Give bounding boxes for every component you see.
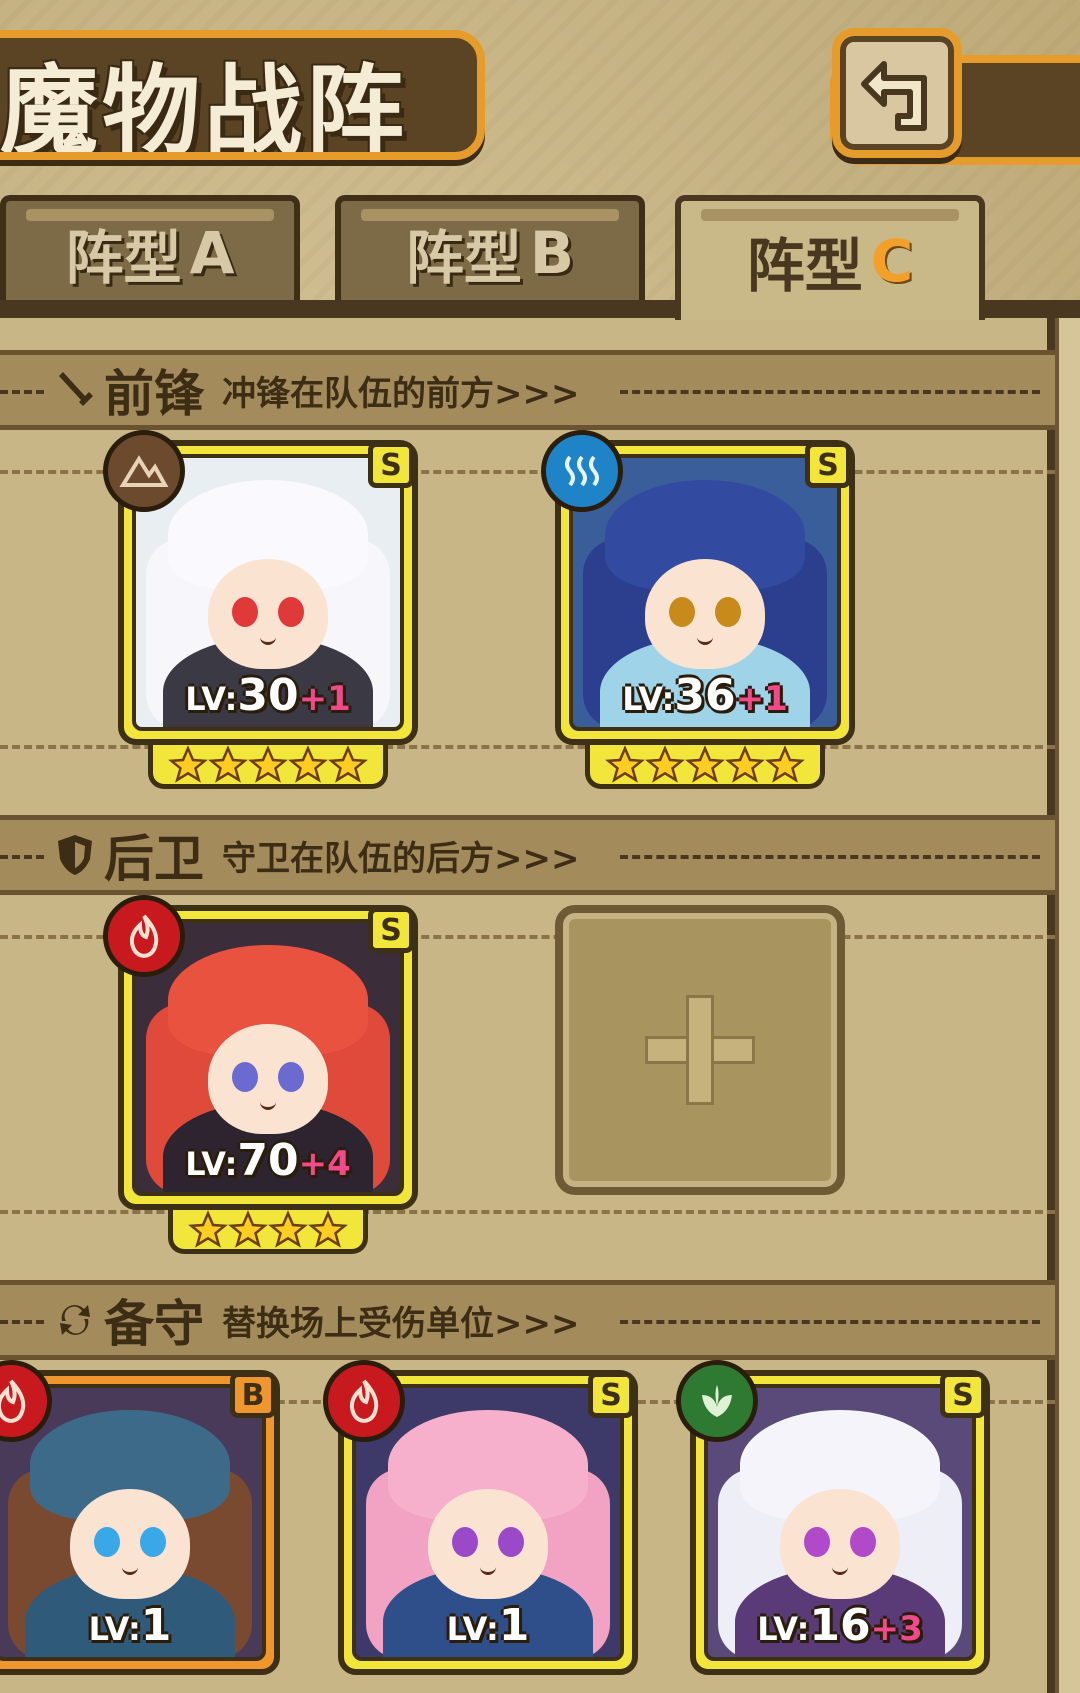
rank-badge: S xyxy=(368,907,414,953)
tab-letter: A xyxy=(189,219,235,287)
section-title: 备守 xyxy=(104,1294,204,1353)
tab-label: 阵型 xyxy=(65,224,182,292)
star-icon xyxy=(685,744,725,783)
section-desc: 冲锋在队伍的前方>>> xyxy=(222,373,580,414)
section-header-reserve: 备守 替换场上受伤单位>>> xyxy=(0,1280,1055,1360)
star-rating xyxy=(585,744,825,789)
tab-formation-b[interactable]: 阵型 B xyxy=(335,195,645,305)
section-title: 后卫 xyxy=(104,829,204,888)
star-icon xyxy=(605,744,645,783)
rank-badge: S xyxy=(940,1372,986,1418)
water-icon xyxy=(541,430,623,512)
rank-badge: S xyxy=(368,442,414,488)
rank-badge: B xyxy=(230,1372,276,1418)
rank-badge: S xyxy=(588,1372,634,1418)
section-desc: 守卫在队伍的后方>>> xyxy=(222,838,580,879)
star-icon xyxy=(228,1209,268,1248)
star-icon xyxy=(645,744,685,783)
shield-icon xyxy=(52,832,98,878)
tab-formation-c[interactable]: 阵型 C xyxy=(675,195,985,320)
star-icon xyxy=(288,744,328,783)
tab-label: 阵型 xyxy=(746,231,863,300)
section-desc: 替换场上受伤单位>>> xyxy=(222,1303,580,1344)
star-rating xyxy=(148,744,388,789)
tab-label: 阵型 xyxy=(405,224,522,292)
tab-letter: B xyxy=(529,219,575,287)
star-icon xyxy=(765,744,805,783)
star-icon xyxy=(248,744,288,783)
unit-level: LV:16+3 xyxy=(757,1600,923,1651)
unit-level: LV:30+1 xyxy=(185,670,351,721)
star-icon xyxy=(308,1209,348,1248)
rank-badge: S xyxy=(805,442,851,488)
unit-level: LV:1 xyxy=(446,1600,530,1651)
unit-level: LV:1 xyxy=(88,1600,172,1651)
section-header-front: 前锋 冲锋在队伍的前方>>> xyxy=(0,350,1055,430)
star-icon xyxy=(725,744,765,783)
section-title: 前锋 xyxy=(104,364,204,423)
tab-formation-a[interactable]: 阵型 A xyxy=(0,195,300,305)
tab-letter: C xyxy=(870,226,914,295)
star-rating xyxy=(168,1209,368,1254)
leaf-icon xyxy=(676,1360,758,1442)
back-arrow-icon xyxy=(861,61,927,131)
swap-icon xyxy=(52,1297,98,1343)
star-icon xyxy=(268,1209,308,1248)
sword-icon xyxy=(52,367,98,413)
scrollbar[interactable] xyxy=(1055,315,1080,1693)
star-icon xyxy=(208,744,248,783)
back-button[interactable] xyxy=(832,28,962,158)
fire-icon xyxy=(103,895,185,977)
unit-level: LV:70+4 xyxy=(185,1135,351,1186)
star-icon xyxy=(168,744,208,783)
earth-icon xyxy=(103,430,185,512)
star-icon xyxy=(328,744,368,783)
fire-icon xyxy=(323,1360,405,1442)
unit-level: LV:36+1 xyxy=(622,670,788,721)
section-header-rear: 后卫 守卫在队伍的后方>>> xyxy=(0,815,1055,895)
page-title: 魔物战阵 xyxy=(0,54,409,152)
star-icon xyxy=(188,1209,228,1248)
empty-slot-add[interactable] xyxy=(555,905,845,1195)
